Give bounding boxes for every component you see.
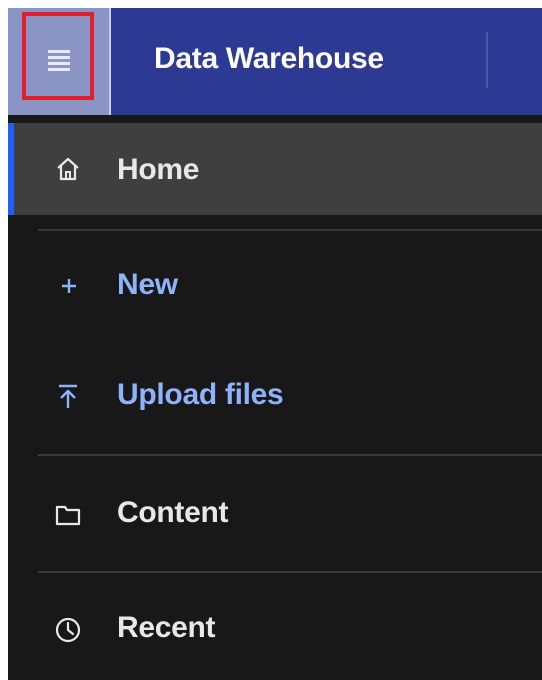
- divider: [38, 454, 542, 456]
- hamburger-menu-icon: [48, 50, 70, 71]
- divider: [38, 571, 542, 573]
- plus-icon: [62, 279, 76, 293]
- active-indicator: [8, 123, 14, 215]
- nav-label-home: Home: [117, 153, 200, 186]
- nav-label-new: New: [117, 268, 178, 301]
- nav-label-upload-files: Upload files: [117, 378, 284, 411]
- app-frame: Data Warehouse Home New Upload files Con…: [8, 8, 542, 680]
- home-icon: [57, 157, 79, 181]
- app-header: Data Warehouse: [8, 8, 542, 115]
- nav-item-new[interactable]: New: [8, 240, 542, 332]
- nav-label-content: Content: [117, 496, 229, 529]
- nav-item-recent[interactable]: Recent: [8, 583, 542, 675]
- divider: [38, 229, 542, 231]
- clock-icon: [55, 617, 81, 643]
- folder-icon: [55, 505, 81, 526]
- nav-item-content[interactable]: Content: [8, 468, 542, 560]
- nav-item-home[interactable]: Home: [8, 123, 542, 215]
- menu-button[interactable]: [8, 8, 111, 115]
- app-title: Data Warehouse: [154, 42, 384, 75]
- nav-label-recent: Recent: [117, 611, 216, 644]
- upload-icon: [59, 384, 77, 408]
- header-divider: [486, 32, 488, 88]
- nav-item-upload-files[interactable]: Upload files: [8, 350, 542, 442]
